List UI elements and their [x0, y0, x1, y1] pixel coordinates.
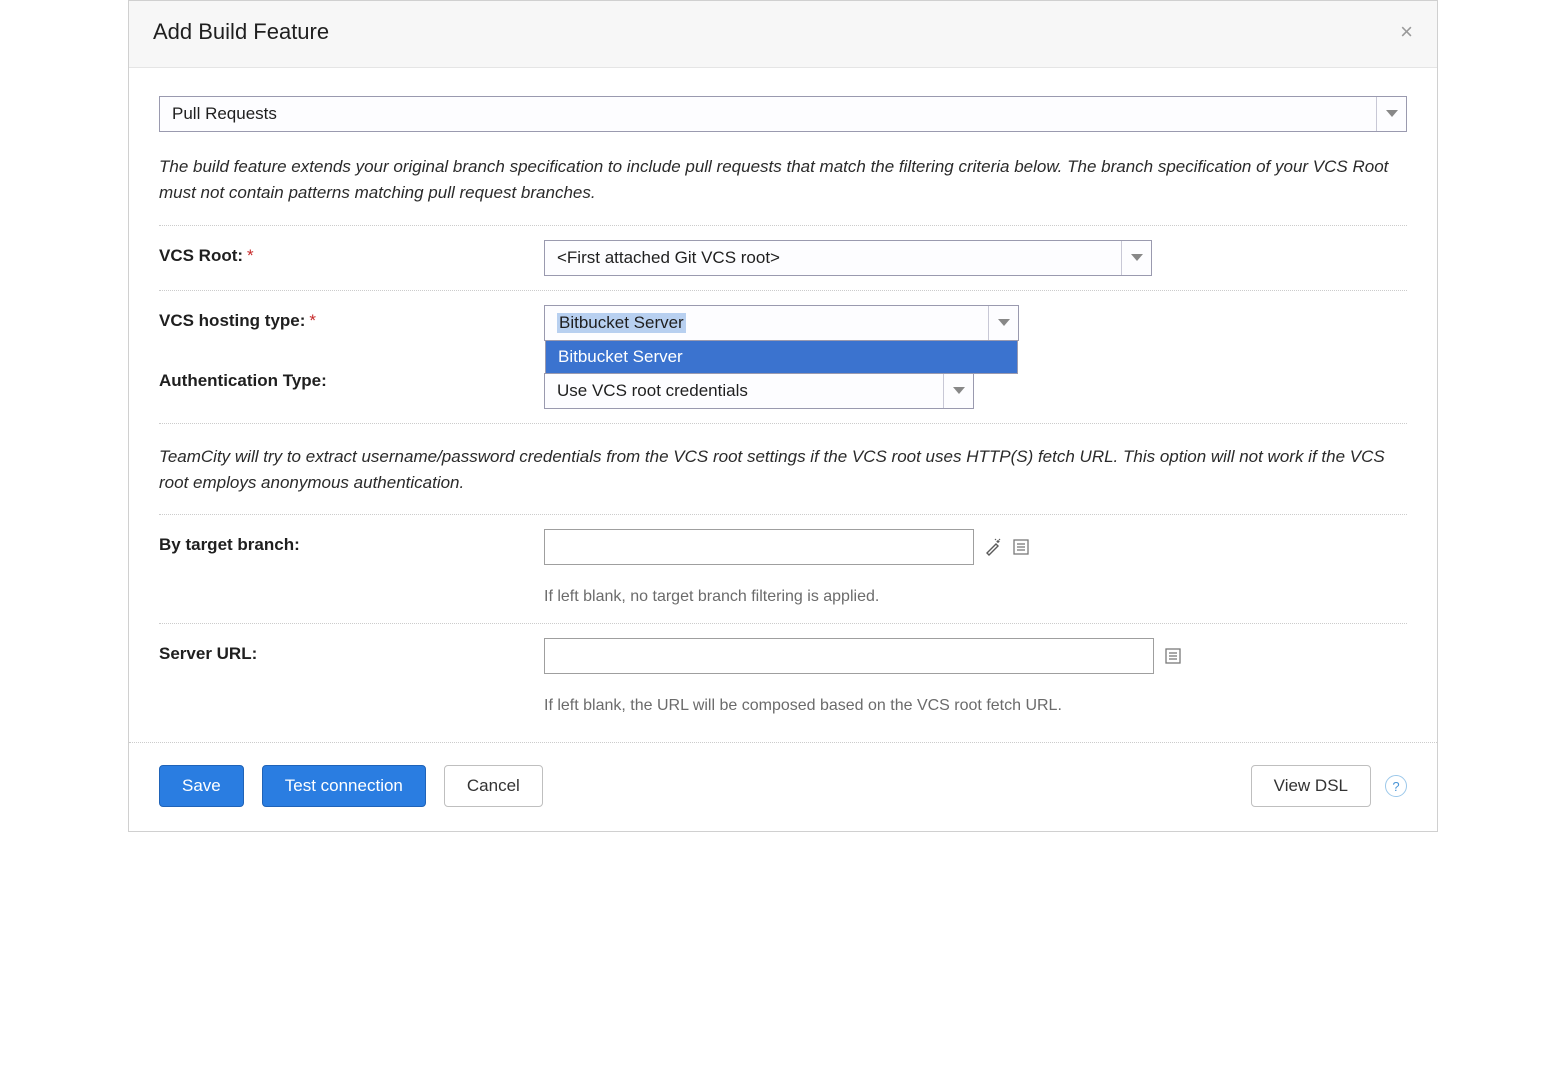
dialog-title: Add Build Feature: [153, 19, 329, 45]
labels-col: VCS hosting type:* Authentication Type:: [159, 305, 544, 391]
test-connection-button[interactable]: Test connection: [262, 765, 426, 807]
close-icon[interactable]: ×: [1400, 19, 1413, 45]
chevron-down-icon: [988, 306, 1018, 340]
target-branch-help: If left blank, no target branch filterin…: [544, 585, 1407, 609]
target-branch-label: By target branch:: [159, 529, 544, 555]
auth-type-label: Authentication Type:: [159, 371, 544, 391]
vcs-root-value: <First attached Git VCS root>: [557, 248, 780, 268]
chevron-down-icon: [1376, 97, 1406, 131]
vcs-root-label: VCS Root:*: [159, 240, 544, 266]
add-build-feature-dialog: Add Build Feature × Pull Requests The bu…: [128, 0, 1438, 832]
required-marker: *: [309, 311, 316, 330]
view-dsl-button[interactable]: View DSL: [1251, 765, 1371, 807]
target-branch-input[interactable]: [544, 529, 974, 565]
cancel-button[interactable]: Cancel: [444, 765, 543, 807]
help-icon[interactable]: ?: [1385, 775, 1407, 797]
server-url-help: If left blank, the URL will be composed …: [544, 694, 1104, 718]
auth-type-value: Use VCS root credentials: [557, 381, 748, 401]
feature-type-value: Pull Requests: [172, 104, 277, 124]
magic-wand-icon[interactable]: [984, 538, 1002, 556]
server-url-label: Server URL:: [159, 638, 544, 664]
hosting-type-value: Bitbucket Server: [557, 313, 686, 333]
feature-type-select[interactable]: Pull Requests: [159, 96, 1407, 132]
server-url-input[interactable]: [544, 638, 1154, 674]
row-vcs-root: VCS Root:* <First attached Git VCS root>: [159, 225, 1407, 290]
dialog-footer: Save Test connection Cancel View DSL ?: [129, 742, 1437, 831]
dialog-body: Pull Requests The build feature extends …: [129, 68, 1437, 742]
hosting-option-bitbucket-server[interactable]: Bitbucket Server: [546, 341, 1017, 373]
hosting-type-select[interactable]: Bitbucket Server Bitbucket Server: [544, 305, 1019, 341]
row-target-branch: By target branch: If left blank, no targ…: [159, 514, 1407, 623]
list-icon[interactable]: [1012, 538, 1030, 556]
required-marker: *: [247, 246, 254, 265]
chevron-down-icon: [1121, 241, 1151, 275]
row-server-url: Server URL: If left blank, the URL will …: [159, 623, 1407, 732]
list-icon[interactable]: [1164, 647, 1182, 665]
save-button[interactable]: Save: [159, 765, 244, 807]
feature-description: The build feature extends your original …: [159, 154, 1407, 207]
auth-type-select[interactable]: Use VCS root credentials: [544, 373, 974, 409]
hosting-dropdown: Bitbucket Server: [545, 340, 1018, 374]
chevron-down-icon: [943, 374, 973, 408]
vcs-root-select[interactable]: <First attached Git VCS root>: [544, 240, 1152, 276]
row-hosting-type: VCS hosting type:* Authentication Type: …: [159, 290, 1407, 423]
dialog-header: Add Build Feature ×: [129, 1, 1437, 68]
auth-description: TeamCity will try to extract username/pa…: [159, 423, 1407, 515]
